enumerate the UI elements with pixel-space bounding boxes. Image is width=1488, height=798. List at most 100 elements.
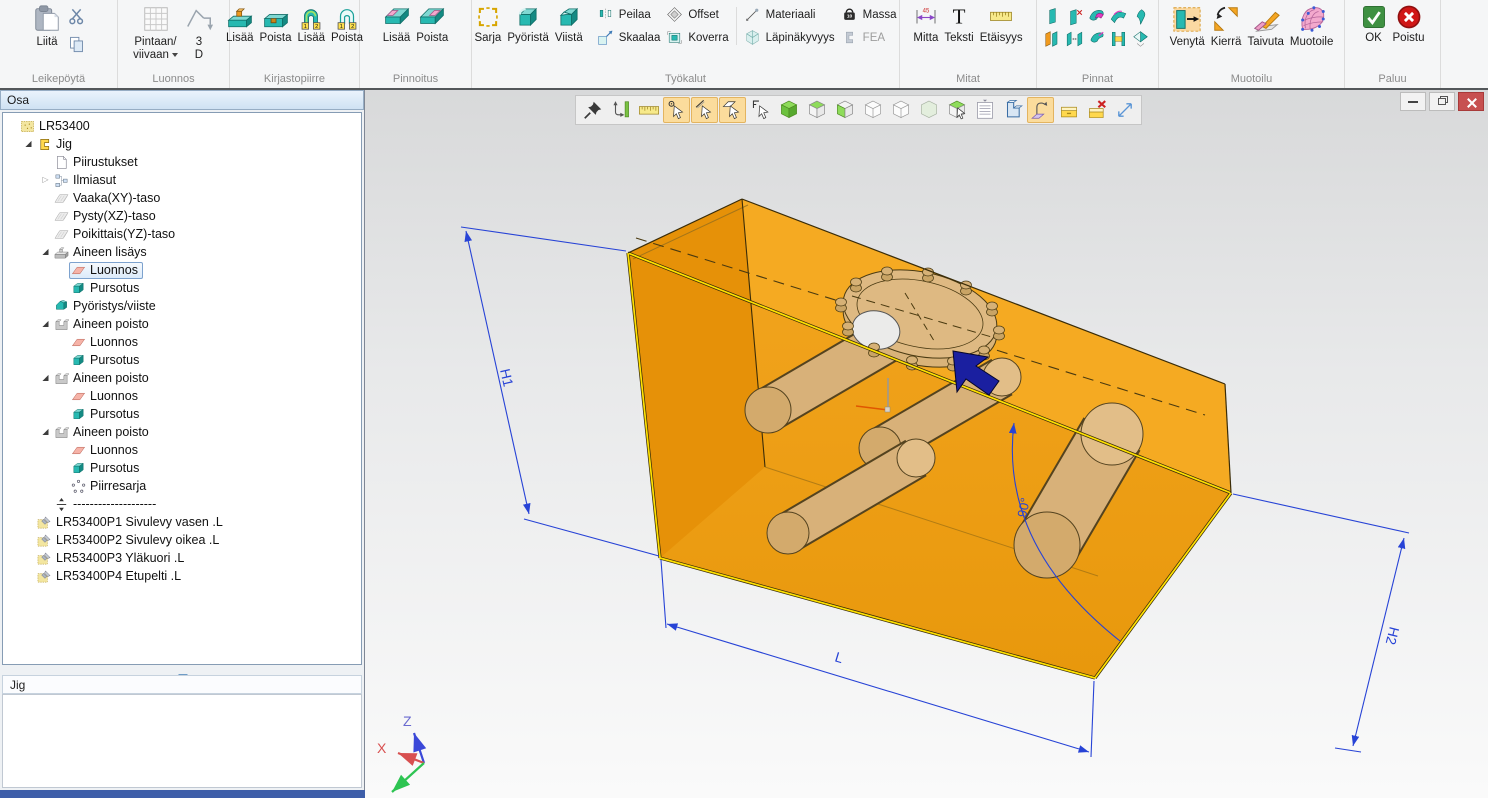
surface-tool-button[interactable] <box>1131 30 1150 48</box>
close-button[interactable] <box>1458 92 1484 111</box>
sketch-3d-button[interactable]: 3 D <box>181 1 217 62</box>
sketch-on-surface-button[interactable]: Pintaan/viivaan <box>130 1 181 62</box>
copy-button copy-icon[interactable] <box>67 35 86 54</box>
viewport-tool-button[interactable] <box>943 97 970 123</box>
tree-item[interactable]: LR53400P3 Yläkuori .L <box>3 549 361 567</box>
tree-item[interactable]: LR53400P4 Etupelti .L <box>3 567 361 585</box>
coating-add-button[interactable]: Lisää <box>380 1 414 45</box>
cut-button scissors-icon[interactable] <box>67 7 86 26</box>
viewport-3d[interactable]: H1 L H2 90° <box>365 90 1488 798</box>
viewport-tool-button[interactable] <box>803 97 830 123</box>
mirror-button[interactable]: Peilaa <box>597 6 661 23</box>
viewport-tool-button[interactable] <box>831 97 858 123</box>
tree-item[interactable]: Luonnos <box>3 387 361 405</box>
panel-splitter[interactable] <box>0 666 365 675</box>
tree-item[interactable]: -------------------- <box>3 495 361 513</box>
surface-tool-button[interactable] <box>1065 8 1084 26</box>
tree-item[interactable]: Pysty(XZ)-taso <box>3 207 361 225</box>
tree-item[interactable]: Pursotus <box>3 351 361 369</box>
dimension-button[interactable]: Mitta <box>910 1 941 45</box>
surface-tool-button[interactable] <box>1065 30 1084 48</box>
viewport-tool-button[interactable] <box>1055 97 1082 123</box>
viewport-tool-button[interactable] <box>1111 97 1138 123</box>
library-add-button[interactable]: Lisää <box>223 1 257 45</box>
expand-toggle-icon[interactable]: ◢ <box>22 135 35 153</box>
paste-button[interactable]: Liitä <box>29 1 65 49</box>
library-remove-button[interactable]: Poista <box>257 1 295 45</box>
tree-item[interactable]: Poikittais(YZ)-taso <box>3 225 361 243</box>
tree-item[interactable]: Piirustukset <box>3 153 361 171</box>
viewport-tool-button[interactable] <box>691 97 718 123</box>
tree-item[interactable]: ▷ Ilmiasut <box>3 171 361 189</box>
morph-button[interactable]: Muotoile <box>1287 1 1336 49</box>
tree-item[interactable]: Pursotus <box>3 279 361 297</box>
surface-tool-button[interactable] <box>1131 8 1150 26</box>
mass-button[interactable]: Massa <box>841 6 897 23</box>
viewport-tool-button[interactable] <box>859 97 886 123</box>
material-button[interactable]: Materiaali <box>744 6 835 23</box>
viewport-tool-button[interactable] <box>1083 97 1110 123</box>
expand-toggle-icon[interactable]: ▷ <box>39 171 52 189</box>
tree-item[interactable]: ◢ Aineen poisto <box>3 369 361 387</box>
surface-tool-button[interactable] <box>1043 8 1062 26</box>
expand-toggle-icon[interactable]: ◢ <box>39 243 52 261</box>
library-add2-button[interactable]: Lisää <box>295 1 329 45</box>
expand-toggle-icon[interactable]: ◢ <box>39 369 52 387</box>
coating-remove-button[interactable]: Poista <box>413 1 451 45</box>
tree-item[interactable]: Piirresarja <box>3 477 361 495</box>
viewport-tool-button[interactable] <box>999 97 1026 123</box>
tree-item[interactable]: LR53400P1 Sivulevy vasen .L <box>3 513 361 531</box>
expand-toggle-icon[interactable]: ◢ <box>39 423 52 441</box>
hollow-button[interactable]: Koverra <box>666 29 728 46</box>
tree-item[interactable]: Pyöristys/viiste <box>3 297 361 315</box>
viewport-tool-button[interactable] <box>1027 97 1054 123</box>
viewport-tool-button[interactable] <box>579 97 606 123</box>
exit-button[interactable]: Poistu <box>1390 1 1428 45</box>
material-icon <box>744 6 761 23</box>
surface-tool-button[interactable] <box>1109 30 1128 48</box>
restore-button[interactable] <box>1429 92 1455 111</box>
viewport-tool-button[interactable] <box>719 97 746 123</box>
minimize-icon <box>1408 101 1418 103</box>
transparency-button[interactable]: Läpinäkyvyys <box>744 29 835 46</box>
ok-button[interactable]: OK <box>1358 1 1390 45</box>
tree-item[interactable]: Luonnos <box>3 261 361 279</box>
offset-button[interactable]: Offset <box>666 6 728 23</box>
viewport-tool-button[interactable] <box>747 97 774 123</box>
rotate-button[interactable]: Kierrä <box>1208 1 1245 49</box>
tree-item[interactable]: ◢ Aineen lisäys <box>3 243 361 261</box>
surface-tool-button[interactable] <box>1087 8 1106 26</box>
surface-tool-button[interactable] <box>1087 30 1106 48</box>
expand-toggle-icon[interactable]: ◢ <box>39 315 52 333</box>
surface-tool-button[interactable] <box>1043 30 1062 48</box>
tree-item[interactable]: ◢ Jig <box>3 135 361 153</box>
tree-item[interactable]: Pursotus <box>3 405 361 423</box>
chamfer-button[interactable]: Viistä <box>552 1 586 45</box>
surface-tool-button[interactable] <box>1109 8 1128 26</box>
viewport-tool-button[interactable] <box>635 97 662 123</box>
model-scene[interactable]: H1 L H2 90° <box>365 90 1488 798</box>
viewport-tool-button[interactable] <box>971 97 998 123</box>
minimize-button[interactable] <box>1400 92 1426 111</box>
tree-item[interactable]: Pursotus <box>3 459 361 477</box>
fillet-button[interactable]: Pyöristä <box>504 1 552 45</box>
bend-button[interactable]: Taivuta <box>1244 1 1286 49</box>
tree-item[interactable]: Luonnos <box>3 333 361 351</box>
viewport-tool-button[interactable] <box>887 97 914 123</box>
viewport-tool-button[interactable] <box>663 97 690 123</box>
stretch-button[interactable]: Venytä <box>1167 1 1208 49</box>
distance-button[interactable]: Etäisyys <box>977 1 1026 45</box>
tree-item[interactable]: LR53400P2 Sivulevy oikea .L <box>3 531 361 549</box>
tree-item[interactable]: Vaaka(XY)-taso <box>3 189 361 207</box>
text-button[interactable]: Teksti <box>941 1 976 45</box>
tree-item[interactable]: LR53400 <box>3 117 361 135</box>
viewport-tool-button[interactable] <box>915 97 942 123</box>
tree-item[interactable]: Luonnos <box>3 441 361 459</box>
viewport-tool-button[interactable] <box>607 97 634 123</box>
tree-item[interactable]: ◢ Aineen poisto <box>3 315 361 333</box>
series-button[interactable]: Sarja <box>471 1 504 45</box>
scale-button[interactable]: Skaalaa <box>597 29 661 46</box>
viewport-tool-button[interactable] <box>775 97 802 123</box>
tree-item[interactable]: ◢ Aineen poisto <box>3 423 361 441</box>
surface-trim-icon <box>1087 30 1106 48</box>
